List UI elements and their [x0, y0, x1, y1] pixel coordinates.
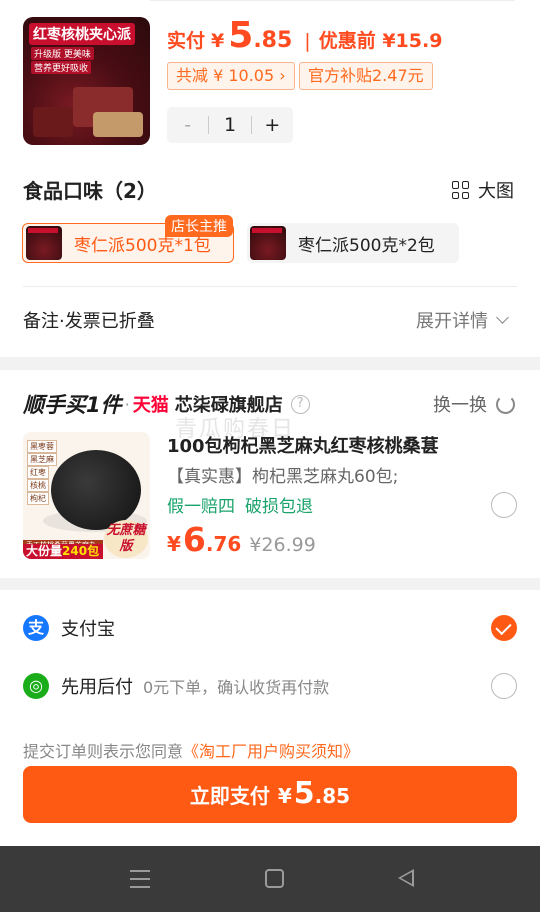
price-integer: 6	[182, 520, 206, 559]
separator-dot: ·	[124, 394, 130, 414]
pay-later-radio[interactable]	[491, 673, 517, 699]
swap-label: 换一换	[433, 395, 487, 416]
flavor-option-label: 枣仁派500克*2包	[298, 235, 435, 256]
sesame-balls	[51, 450, 141, 530]
currency-symbol: ¥	[211, 30, 225, 52]
menu-icon[interactable]	[130, 870, 150, 888]
payment-name: 先用后付	[61, 677, 133, 698]
quantity-stepper: - 1 +	[167, 107, 293, 143]
product-image-chunk	[93, 112, 143, 137]
original-price: 优惠前 ¥15.9	[318, 30, 443, 52]
increase-button[interactable]: +	[252, 114, 293, 136]
addon-select-radio[interactable]	[491, 492, 517, 518]
addon-product-image[interactable]: 黑枣蓉 黑芝麻 红枣 核桃 枸杞 手工核桃桑葚黑芝麻丸 大份量240包 无蔗糖版	[23, 432, 150, 559]
addon-title[interactable]: 100包枸杞黑芝麻丸红枣核桃桑葚	[167, 432, 439, 458]
currency-symbol: ¥	[277, 784, 292, 808]
product-image-chunk	[33, 107, 73, 137]
agreement-prefix: 提交订单则表示您同意	[23, 742, 184, 761]
product-image-tag: 升级版 更美味	[31, 47, 94, 60]
payment-name: 支付宝	[61, 619, 115, 640]
price-decimal: .85	[253, 28, 293, 53]
currency-symbol: ¥	[167, 532, 181, 556]
ingredient-label: 黑枣蓉	[27, 440, 57, 453]
paid-label: 实付	[167, 30, 206, 52]
refresh-icon	[496, 394, 515, 414]
price-decimal: .85	[314, 784, 351, 808]
addon-brand: 顺手买1件	[23, 393, 122, 417]
home-icon[interactable]	[265, 869, 284, 888]
price-integer: 5	[293, 776, 315, 811]
check-icon[interactable]	[491, 615, 517, 641]
expand-details-label: 展开详情	[416, 311, 488, 332]
remark-label: 备注·发票已折叠	[23, 311, 155, 332]
agreement-link[interactable]: 《淘工厂用户购买须知》	[183, 742, 359, 761]
payment-option-alipay[interactable]: 支 支付宝	[23, 615, 115, 641]
subsidy-pill: 官方补贴2.47元	[299, 62, 433, 90]
discount-total-text: 共减 ¥ 10.05	[176, 66, 275, 85]
pack-count: 240包	[62, 544, 100, 558]
discount-total-pill[interactable]: 共减 ¥ 10.05 ›	[167, 62, 295, 90]
addon-tags: 假一赔四 破损包退	[167, 492, 313, 517]
chevron-down-icon	[496, 310, 509, 324]
product-image[interactable]: 红枣核桃夹心派 升级版 更美味 营养更好吸收	[23, 17, 150, 145]
decrease-button[interactable]: -	[167, 114, 208, 136]
flavor-section-title: 食品口味（2）	[23, 179, 157, 203]
product-image-tag: 营养更好吸收	[31, 61, 92, 74]
recommend-badge: 店长主推	[165, 215, 233, 237]
back-icon[interactable]	[398, 869, 414, 887]
pay-now-button[interactable]: 立即支付 ¥ 5 .85	[23, 766, 517, 823]
tmall-logo: 天猫	[132, 395, 169, 416]
ingredient-label: 红枣	[27, 466, 49, 479]
divider	[23, 286, 517, 287]
alipay-icon: 支	[23, 615, 49, 641]
payment-option-later[interactable]: ◎ 先用后付 0元下单，确认收货再付款	[23, 673, 329, 699]
chevron-right-icon: ›	[279, 66, 286, 85]
product-image-banner: 红枣核桃夹心派	[29, 23, 135, 45]
divider	[150, 0, 515, 1]
payment-desc: 0元下单，确认收货再付款	[143, 678, 330, 697]
old-price: ¥26.99	[249, 534, 316, 556]
addon-price: ¥ 6 .76 ¥26.99	[167, 520, 316, 559]
big-view-button[interactable]: 大图	[452, 177, 514, 203]
addon-tag: 假一赔四	[167, 497, 235, 517]
image-pack-badge: 大份量240包	[23, 544, 103, 559]
option-thumbnail	[250, 226, 286, 260]
paid-price: 实付 ¥ 5 .85 | 优惠前 ¥15.9	[167, 15, 442, 56]
ingredient-label: 核桃	[27, 479, 49, 492]
agreement-text: 提交订单则表示您同意《淘工厂用户购买须知》	[23, 738, 359, 762]
no-sugar-badge: 无蔗糖版	[104, 520, 148, 558]
price-separator: |	[304, 30, 311, 52]
pay-button-label: 立即支付	[189, 784, 270, 808]
pay-later-icon: ◎	[23, 673, 49, 699]
addon-subtitle: 【真实惠】枸杞黑芝麻丸60包;	[167, 467, 399, 487]
big-view-label: 大图	[478, 181, 514, 202]
grid-icon	[452, 181, 470, 199]
addon-tag: 破损包退	[245, 497, 313, 517]
quantity-value[interactable]: 1	[209, 114, 250, 136]
price-decimal: .76	[205, 532, 242, 556]
flavor-option-2[interactable]: 枣仁派500克*2包	[247, 223, 459, 263]
price-integer: 5	[228, 15, 254, 56]
ingredient-label: 黑芝麻	[27, 453, 57, 466]
expand-details-button[interactable]: 展开详情	[416, 307, 509, 333]
ingredient-label: 枸杞	[27, 492, 49, 505]
option-thumbnail	[26, 226, 62, 260]
pack-prefix: 大份量	[26, 544, 63, 558]
swap-button[interactable]: 换一换	[433, 391, 515, 417]
